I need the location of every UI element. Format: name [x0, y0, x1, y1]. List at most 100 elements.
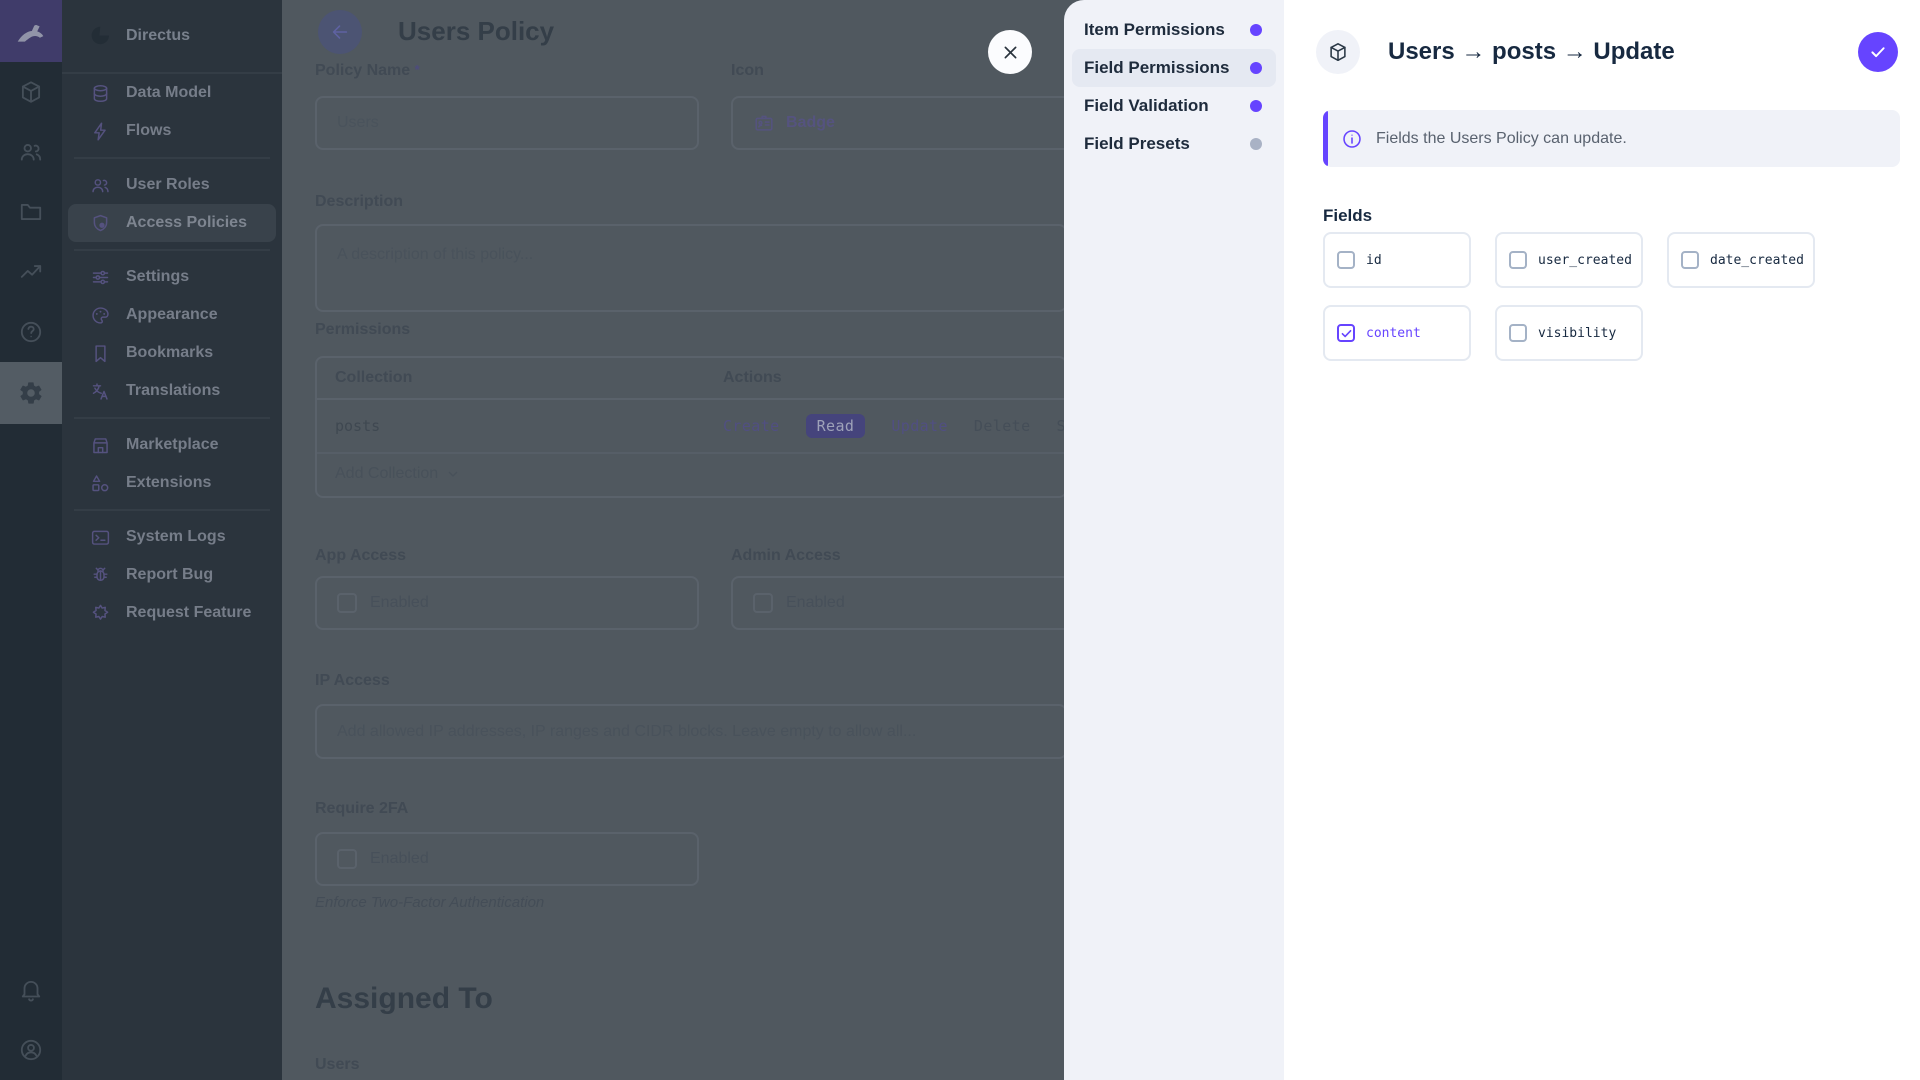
- sidebar-item-label: Extensions: [126, 474, 212, 491]
- assigned-to-heading: Assigned To: [315, 982, 493, 1015]
- sidebar: Directus Data Model Flows User Roles Access…: [62, 0, 282, 1080]
- require-2fa-field: Enabled: [315, 832, 699, 886]
- sidebar-item-label: Appearance: [126, 306, 218, 323]
- require-2fa-note: Enforce Two-Factor Authentication: [315, 894, 545, 911]
- module-people[interactable]: [0, 122, 62, 182]
- project-name: Directus: [126, 27, 191, 44]
- sidebar-item-flows[interactable]: Flows: [68, 112, 276, 150]
- store-icon: [90, 435, 111, 456]
- action-read[interactable]: Read: [805, 414, 866, 438]
- drawer-nav-label: Field Validation: [1084, 96, 1209, 115]
- module-chart[interactable]: [0, 242, 62, 302]
- bookmark-icon: [90, 343, 111, 364]
- banner-text: Fields the Users Policy can update.: [1376, 129, 1627, 147]
- field-card-visibility[interactable]: visibility: [1495, 305, 1643, 361]
- close-icon: [1001, 43, 1020, 62]
- module-gear[interactable]: [0, 362, 62, 424]
- admin-access-checkbox[interactable]: Enabled: [753, 593, 845, 613]
- people-icon: [90, 175, 111, 196]
- require-2fa-checkbox[interactable]: Enabled: [337, 849, 429, 869]
- field-card-id[interactable]: id: [1323, 232, 1471, 288]
- check-icon: [1869, 43, 1887, 61]
- project-logo-icon: [88, 24, 112, 48]
- icon-input[interactable]: Badge: [731, 96, 1064, 150]
- module-avatar[interactable]: [0, 1020, 62, 1080]
- checkbox-checked-icon[interactable]: [1337, 324, 1355, 342]
- sidebar-item-user-roles[interactable]: User Roles: [68, 166, 276, 204]
- back-button[interactable]: [318, 10, 362, 54]
- checkbox-icon[interactable]: [1509, 251, 1527, 269]
- sidebar-item-marketplace[interactable]: Marketplace: [68, 426, 276, 464]
- drawer-nav-field-validation[interactable]: Field Validation: [1072, 87, 1276, 125]
- sidebar-item-label: Request Feature: [126, 604, 252, 621]
- sidebar-item-label: Marketplace: [126, 436, 219, 453]
- sidebar-divider: [74, 249, 270, 251]
- description-placeholder: A description of this policy...: [337, 246, 534, 263]
- sidebar-item-extensions[interactable]: Extensions: [68, 464, 276, 502]
- avatar-icon: [18, 1037, 44, 1063]
- module-bottom: [0, 960, 62, 1080]
- shield-icon: [90, 213, 111, 234]
- module-help[interactable]: [0, 302, 62, 362]
- fields-label: Fields: [1323, 206, 1373, 225]
- sidebar-item-request-feature[interactable]: Request Feature: [68, 594, 276, 632]
- require-2fa-label: Require 2FA: [315, 800, 409, 817]
- icon-label: Icon: [731, 62, 764, 79]
- add-collection-button[interactable]: Add Collection: [317, 454, 1064, 494]
- sidebar-item-report-bug[interactable]: Report Bug: [68, 556, 276, 594]
- action-create[interactable]: Create: [723, 417, 780, 435]
- description-input[interactable]: A description of this policy...: [315, 224, 1064, 312]
- sidebar-item-label: Translations: [126, 382, 221, 399]
- sidebar-item-bookmarks[interactable]: Bookmarks: [68, 334, 276, 372]
- checkbox-icon[interactable]: [1337, 251, 1355, 269]
- sidebar-item-settings[interactable]: Settings: [68, 258, 276, 296]
- ip-access-input[interactable]: Add allowed IP addresses, IP ranges and …: [315, 704, 1064, 759]
- rabbit-logo-icon: [14, 14, 48, 48]
- drawer-header-icon-circle: [1316, 30, 1360, 74]
- main-content: Users Policy Policy Name * Users Icon Ba…: [282, 0, 1064, 1080]
- module-folder[interactable]: [0, 182, 62, 242]
- page-title: Users Policy: [398, 16, 555, 46]
- app-access-checkbox[interactable]: Enabled: [337, 593, 429, 613]
- drawer-title: Users → posts → Update: [1388, 38, 1675, 65]
- drawer-nav-item-permissions[interactable]: Item Permissions: [1072, 11, 1276, 49]
- field-card-content[interactable]: content: [1323, 305, 1471, 361]
- drawer-nav-label: Item Permissions: [1084, 20, 1225, 39]
- directus-logo-button[interactable]: [0, 0, 62, 62]
- sidebar-nav: Data Model Flows User Roles Access Policies…: [62, 74, 282, 632]
- action-share[interactable]: Share: [1057, 417, 1064, 435]
- status-dot-purple: [1250, 62, 1262, 74]
- save-button[interactable]: [1858, 32, 1898, 72]
- chevron-down-icon: [445, 466, 461, 482]
- sidebar-item-access-policies[interactable]: Access Policies: [68, 204, 276, 242]
- ip-access-label: IP Access: [315, 672, 390, 689]
- info-icon: [1341, 128, 1363, 150]
- bug-icon: [90, 565, 111, 586]
- drawer-nav-field-presets[interactable]: Field Presets: [1072, 125, 1276, 163]
- sidebar-item-appearance[interactable]: Appearance: [68, 296, 276, 334]
- collection-column-header: Collection: [335, 369, 413, 386]
- field-card-date_created[interactable]: date_created: [1667, 232, 1815, 288]
- policy-name-input[interactable]: Users: [315, 96, 699, 150]
- box-icon: [18, 79, 44, 105]
- sidebar-item-translations[interactable]: Translations: [68, 372, 276, 410]
- action-update[interactable]: Update: [891, 417, 948, 435]
- checkbox-icon[interactable]: [1681, 251, 1699, 269]
- close-drawer-button[interactable]: [988, 30, 1032, 74]
- module-bell[interactable]: [0, 960, 62, 1020]
- project-header[interactable]: Directus: [62, 0, 282, 74]
- drawer-nav-field-permissions[interactable]: Field Permissions: [1072, 49, 1276, 87]
- sidebar-item-system-logs[interactable]: System Logs: [68, 518, 276, 556]
- sidebar-item-data-model[interactable]: Data Model: [68, 74, 276, 112]
- ip-access-placeholder: Add allowed IP addresses, IP ranges and …: [337, 722, 917, 740]
- checkbox-icon[interactable]: [1509, 324, 1527, 342]
- action-delete[interactable]: Delete: [974, 417, 1031, 435]
- sidebar-item-label: Access Policies: [126, 214, 247, 231]
- banner-accent-bar: [1323, 110, 1328, 167]
- collection-name: posts: [335, 417, 381, 435]
- field-card-user_created[interactable]: user_created: [1495, 232, 1643, 288]
- box-icon: [1327, 41, 1349, 63]
- module-box[interactable]: [0, 62, 62, 122]
- app-access-field: Enabled: [315, 576, 699, 630]
- status-dot-gray: [1250, 138, 1262, 150]
